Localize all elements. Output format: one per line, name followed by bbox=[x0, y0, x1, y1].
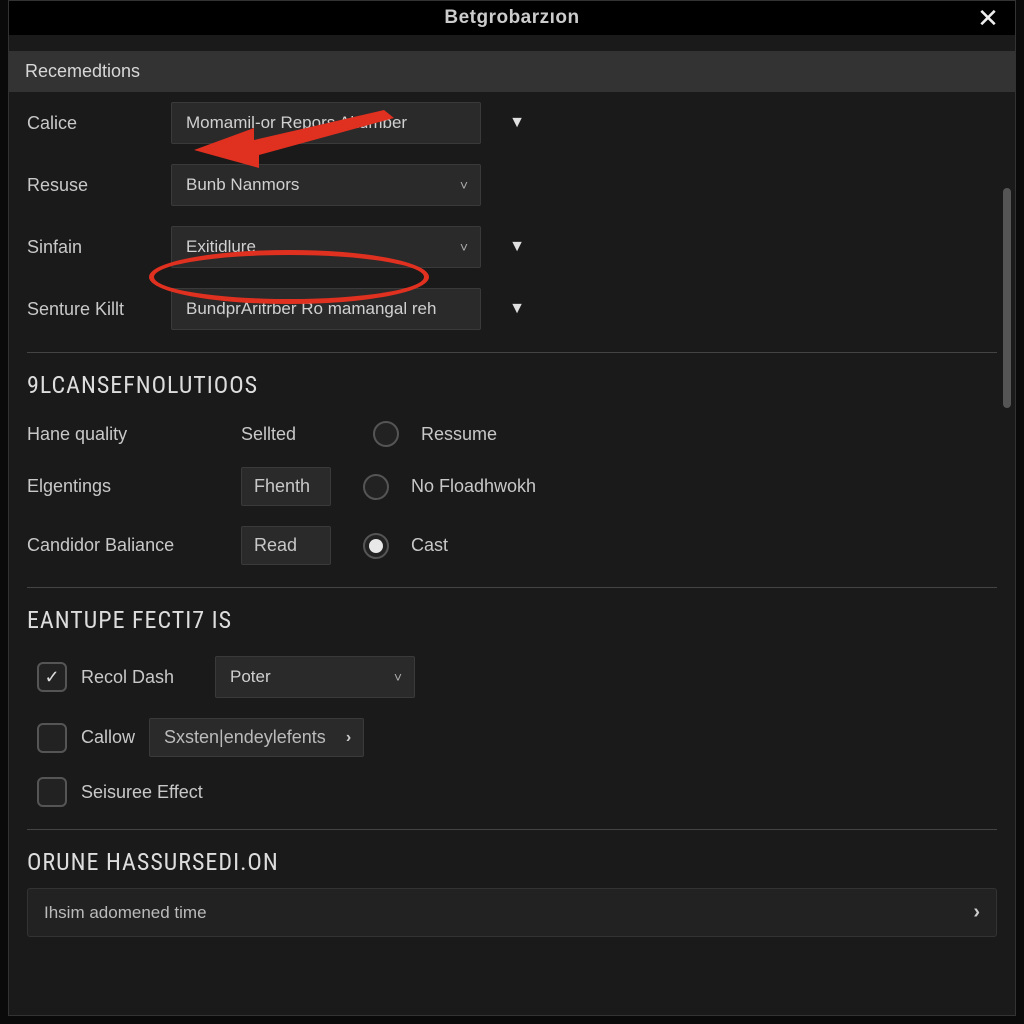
field-label: Sinfain bbox=[27, 237, 157, 258]
select-senture-killt[interactable]: BundprAritrber Ro mamangal reh bbox=[171, 288, 481, 330]
row-senture-killt: Senture Killt BundprAritrber Ro mamangal… bbox=[27, 278, 997, 340]
select-calice[interactable]: Momamil-or Repors Altumber bbox=[171, 102, 481, 144]
select-value: Poter bbox=[230, 667, 271, 687]
chevron-down-icon: ˅ bbox=[460, 177, 468, 193]
row-resuse: Resuse Bunb Nanmors ˅ bbox=[27, 154, 997, 216]
chevron-down-icon: ˅ bbox=[460, 239, 468, 255]
divider bbox=[27, 587, 997, 588]
check-row-seisuree-effect: Seisuree Effect bbox=[37, 767, 997, 817]
option-elgentings: Elgentings Fhenth No Floadhwokh bbox=[27, 457, 997, 516]
check-label: Callow bbox=[81, 727, 135, 748]
close-button[interactable]: ✕ bbox=[973, 3, 1003, 33]
section-title-cansefnolutions: 9LCANSEFNOLUTIOOS bbox=[27, 371, 997, 399]
option-candidor-baliance: Candidor Baliance Read Cast bbox=[27, 516, 997, 575]
dialog-title: Betgrobarzıon bbox=[444, 7, 579, 29]
field-label: Calice bbox=[27, 113, 157, 134]
section-header-recemedtions: Recemedtions bbox=[9, 51, 1015, 92]
divider bbox=[27, 829, 997, 830]
radio-label: No Floadhwokh bbox=[411, 476, 536, 497]
dialog-body: Calice Momamil-or Repors Altumber ▼ Resu… bbox=[9, 92, 1015, 1015]
scrollbar[interactable] bbox=[1003, 188, 1011, 408]
option-label: Candidor Baliance bbox=[27, 535, 227, 556]
option-label: Elgentings bbox=[27, 476, 227, 497]
option-value[interactable]: Read bbox=[241, 526, 331, 565]
inline-text: Sxsten|endeylefents bbox=[164, 727, 326, 748]
chevron-down-icon[interactable]: ▼ bbox=[505, 111, 529, 135]
check-label: Seisuree Effect bbox=[81, 782, 203, 803]
radio-label: Ressume bbox=[421, 424, 497, 445]
select-value: BundprAritrber Ro mamangal reh bbox=[186, 299, 436, 319]
settings-dialog: Betgrobarzıon ✕ Recemedtions Calice Moma… bbox=[8, 0, 1016, 1016]
select-resuse[interactable]: Bunb Nanmors ˅ bbox=[171, 164, 481, 206]
radio-no-floadhwokh[interactable] bbox=[363, 474, 389, 500]
nav-row-ihsim[interactable]: Ihsim adomened time › bbox=[27, 888, 997, 937]
option-hane-quality: Hane quality Sellted Ressume bbox=[27, 411, 997, 457]
field-label: Senture Killt bbox=[27, 299, 157, 320]
field-label: Resuse bbox=[27, 175, 157, 196]
inline-box-callow[interactable]: Sxsten|endeylefents › bbox=[149, 718, 364, 757]
section-title-eantupe: EANTUPE FECTI7 IS bbox=[27, 606, 997, 634]
select-value: Bunb Nanmors bbox=[186, 175, 299, 195]
select-value: Exitidlure bbox=[186, 237, 256, 257]
radio-label: Cast bbox=[411, 535, 448, 556]
check-label: Recol Dash bbox=[81, 667, 201, 688]
checkbox-recol-dash[interactable]: ✓ bbox=[37, 662, 67, 692]
checkbox-callow[interactable] bbox=[37, 723, 67, 753]
radio-ressume[interactable] bbox=[373, 421, 399, 447]
close-icon: ✕ bbox=[977, 3, 999, 34]
row-calice: Calice Momamil-or Repors Altumber ▼ bbox=[27, 92, 997, 154]
chevron-down-icon: ˅ bbox=[394, 669, 402, 685]
chevron-right-icon: › bbox=[346, 729, 351, 747]
row-sinfain: Sinfain Exitidlure ˅ ▼ bbox=[27, 216, 997, 278]
chevron-down-icon[interactable]: ▼ bbox=[505, 235, 529, 259]
chevron-down-icon[interactable]: ▼ bbox=[505, 297, 529, 321]
nav-label: Ihsim adomened time bbox=[44, 903, 207, 923]
title-bar: Betgrobarzıon ✕ bbox=[9, 1, 1015, 35]
section-title-orune: ORUNE HASSURSEDI.ON bbox=[27, 848, 997, 876]
radio-cast[interactable] bbox=[363, 533, 389, 559]
option-label: Hane quality bbox=[27, 424, 227, 445]
chevron-right-icon: › bbox=[973, 901, 980, 924]
check-row-recol-dash: ✓ Recol Dash Poter ˅ bbox=[37, 646, 997, 708]
select-poter[interactable]: Poter ˅ bbox=[215, 656, 415, 698]
select-sinfain[interactable]: Exitidlure ˅ bbox=[171, 226, 481, 268]
checkbox-seisuree-effect[interactable] bbox=[37, 777, 67, 807]
option-value[interactable]: Fhenth bbox=[241, 467, 331, 506]
option-value: Sellted bbox=[241, 424, 341, 445]
select-value: Momamil-or Repors Altumber bbox=[186, 113, 407, 133]
divider bbox=[27, 352, 997, 353]
check-row-callow: Callow Sxsten|endeylefents › bbox=[37, 708, 997, 767]
